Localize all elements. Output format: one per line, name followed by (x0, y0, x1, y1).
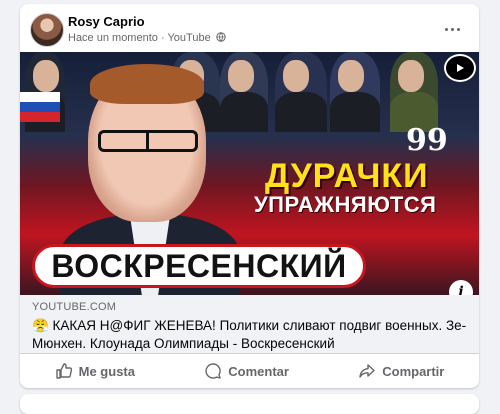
share-icon (359, 364, 375, 378)
post-card: Rosy Caprio Hace un momento · YouTube 99… (20, 4, 479, 388)
link-domain: YOUTUBE.COM (32, 301, 117, 313)
name-badge-text: ВОСКРЕСЕНСКИЙ (51, 247, 347, 284)
play-icon (457, 64, 464, 72)
dot-icon (450, 27, 454, 31)
like-button[interactable]: Me gusta (45, 358, 145, 384)
channel-logo-icon (444, 54, 476, 82)
link-title[interactable]: 😤 КАКАЯ Н@ФИГ ЖЕНЕВА! Политики сливают п… (32, 317, 472, 353)
background-person (330, 52, 380, 132)
glasses-icon (98, 130, 198, 152)
background-person (390, 52, 438, 132)
comment-button[interactable]: Comentar (194, 358, 299, 384)
dot-icon (444, 27, 448, 31)
link-preview[interactable]: YOUTUBE.COM 😤 КАКАЯ Н@ФИГ ЖЕНЕВА! Полити… (20, 295, 479, 354)
share-button[interactable]: Compartir (348, 358, 454, 384)
name-badge: ВОСКРЕСЕНСКИЙ (32, 244, 366, 288)
share-label: Compartir (382, 363, 445, 379)
comment-label: Comentar (228, 363, 289, 379)
post-time[interactable]: Hace un momento (68, 32, 158, 44)
post-header: Rosy Caprio Hace un momento · YouTube (30, 13, 470, 49)
dot-icon (456, 27, 460, 31)
comment-icon (205, 363, 222, 379)
more-options-button[interactable] (440, 17, 464, 41)
post-source: YouTube (167, 32, 211, 44)
background-person (275, 52, 327, 132)
thumbs-up-icon (55, 363, 72, 379)
post-actions: Me gusta Comentar Compartir (20, 356, 479, 386)
avatar[interactable] (30, 13, 64, 47)
thumbnail-headline-2: УПРАЖНЯЮТСЯ (254, 192, 437, 217)
like-label: Me gusta (78, 363, 135, 379)
meta-separator: · (160, 32, 165, 44)
thumbnail-headline-1: ДУРАЧКИ (265, 157, 429, 195)
quote-mark: 99 (406, 123, 448, 158)
flag-image (20, 92, 60, 122)
post-author[interactable]: Rosy Caprio (68, 14, 145, 29)
video-thumbnail[interactable]: 99 ДУРАЧКИ УПРАЖНЯЮТСЯ ВОСКРЕСЕНСКИЙ i (20, 52, 479, 295)
post-meta: Hace un momento · YouTube (68, 32, 226, 44)
globe-icon (216, 32, 226, 42)
next-post-card (20, 394, 479, 414)
